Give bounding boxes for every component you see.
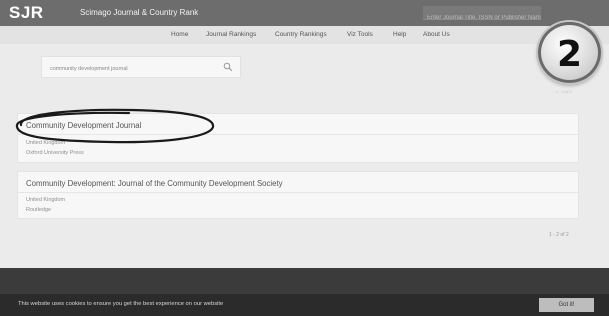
top-bar: SJR Scimago Journal & Country Rank xyxy=(0,0,609,26)
site-name[interactable]: Scimago Journal & Country Rank xyxy=(80,8,198,17)
result-title[interactable]: Community Development: Journal of the Co… xyxy=(26,179,283,188)
top-search-input[interactable] xyxy=(423,11,541,25)
sjr-logo[interactable]: SJR xyxy=(9,3,44,23)
nav-home[interactable]: Home xyxy=(171,31,188,38)
result-country: United Kingdom xyxy=(26,197,66,203)
search-icon[interactable] xyxy=(223,62,233,72)
result-card[interactable]: Community Development Journal United Kin… xyxy=(17,113,579,163)
result-country: United Kingdom xyxy=(26,140,66,146)
nav-viz-tools[interactable]: Viz Tools xyxy=(347,31,373,38)
result-title[interactable]: Community Development Journal xyxy=(26,121,141,130)
step-number-badge: 2 xyxy=(538,22,601,83)
cookie-message: This website uses cookies to ensure you … xyxy=(18,301,224,307)
footer xyxy=(0,268,609,294)
nav-help[interactable]: Help xyxy=(393,31,406,38)
result-card[interactable]: Community Development: Journal of the Co… xyxy=(17,171,579,219)
step-number: 2 xyxy=(556,34,583,75)
nav-journal-rankings[interactable]: Journal Rankings xyxy=(206,31,256,38)
result-publisher: Routledge xyxy=(26,207,52,213)
journal-search-input[interactable] xyxy=(42,59,212,79)
main-nav: Home Journal Rankings Country Rankings V… xyxy=(0,26,609,44)
result-publisher: Oxford University Press xyxy=(26,150,84,156)
divider xyxy=(18,192,578,193)
pagination-count: 1 - 2 of 2 xyxy=(549,232,569,238)
journal-search-box[interactable] xyxy=(41,56,241,79)
got-it-button[interactable]: Got it! xyxy=(539,298,594,312)
pagination-top: 1 - 2 of 2 xyxy=(556,89,572,94)
cookie-banner: This website uses cookies to ensure you … xyxy=(0,294,609,316)
nav-about-us[interactable]: About Us xyxy=(423,31,450,38)
nav-country-rankings[interactable]: Country Rankings xyxy=(275,31,327,38)
top-search-field[interactable] xyxy=(423,6,541,25)
divider xyxy=(18,134,578,135)
